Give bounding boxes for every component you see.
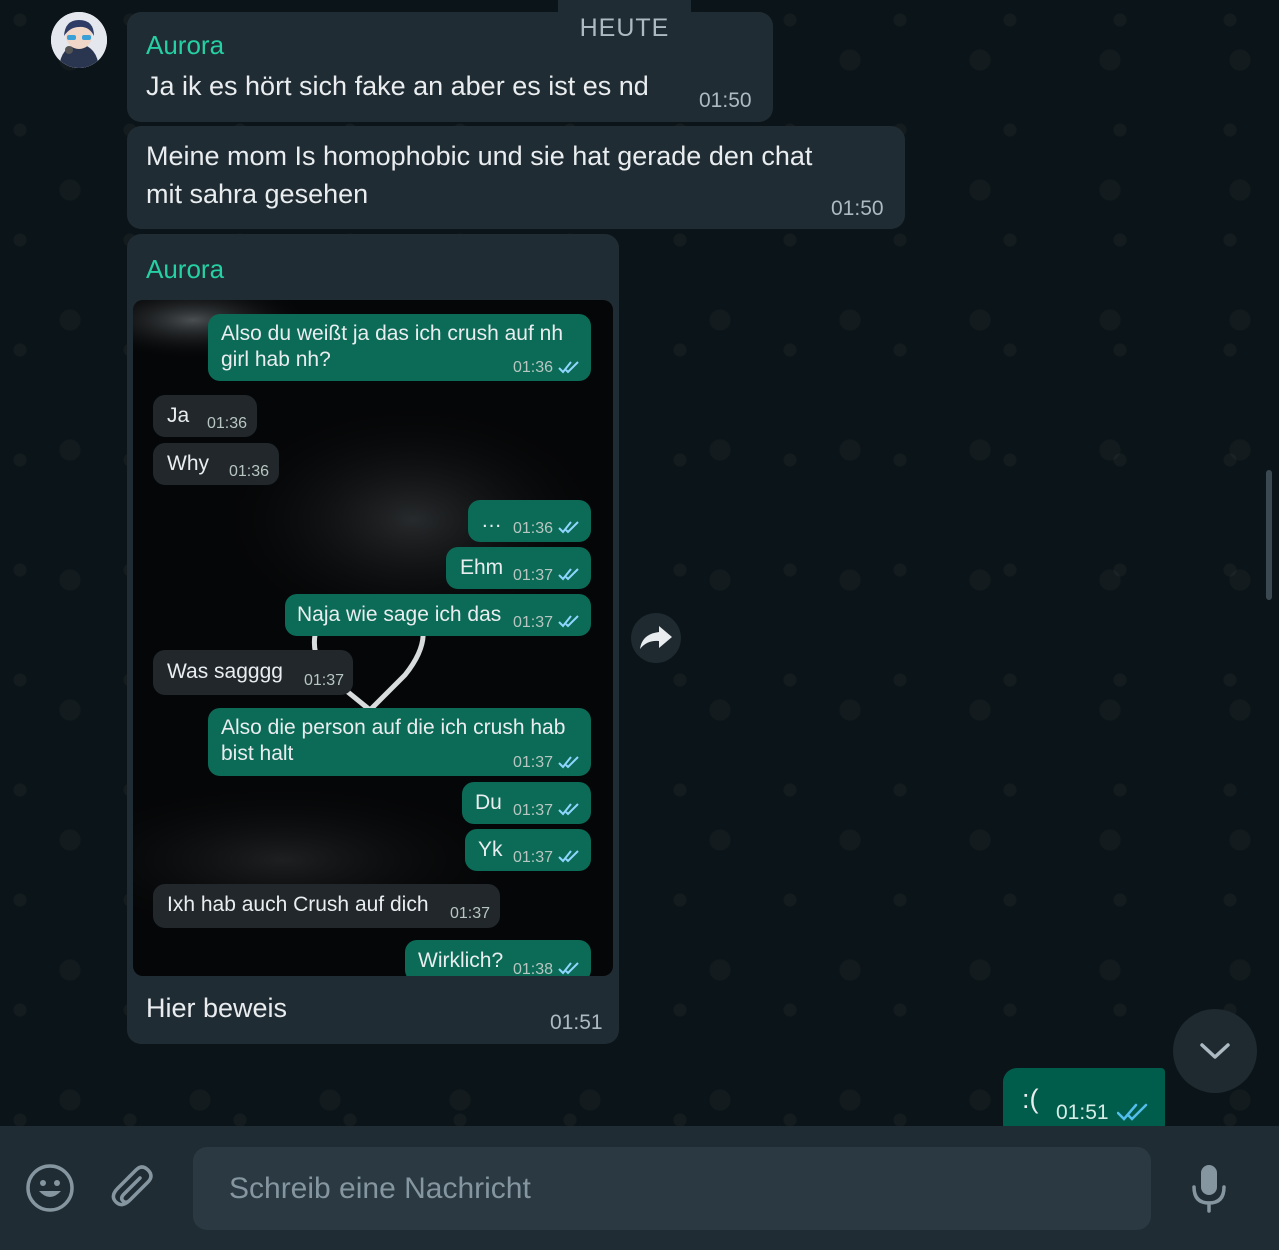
message-input[interactable]: Schreib eine Nachricht (193, 1147, 1151, 1230)
screenshot-time: 01:37 (304, 672, 345, 689)
attach-icon (111, 1165, 153, 1207)
emoji-icon (26, 1164, 74, 1212)
message-text: Ja ik es hört sich fake an aber es ist e… (146, 71, 649, 101)
screenshot-bubble: Also du weißt ja das ich crush auf nh gi… (208, 314, 591, 381)
screenshot-text: Also du weißt ja das ich crush auf nh (221, 322, 564, 345)
screenshot-bubble: Yk 01:37 (465, 829, 591, 871)
voice-message-button[interactable] (1184, 1160, 1234, 1216)
sender-name: Aurora (146, 30, 225, 60)
screenshot-bubble: Ehm 01:37 (446, 547, 591, 589)
outgoing-message-bubble[interactable]: :( 01:51 (1003, 1068, 1165, 1126)
chat-area: Aurora Ja ik es hört sich fake an aber e… (0, 0, 1279, 1126)
screenshot-time: 01:37 (513, 614, 554, 631)
screenshot-text: … (481, 509, 502, 532)
read-ticks-icon (558, 521, 579, 534)
screenshot-time: 01:36 (229, 463, 270, 480)
screenshot-time: 01:36 (513, 520, 554, 537)
message-text-line-1: Meine mom Is homophobic und sie hat gera… (146, 141, 813, 171)
screenshot-text: girl hab nh? (221, 348, 331, 371)
sender-name: Aurora (146, 254, 225, 284)
screenshot-text: Why (167, 452, 209, 475)
screenshot-bubble: Du 01:37 (462, 782, 591, 824)
mic-icon (1192, 1165, 1226, 1213)
screenshot-text: Naja wie sage ich das (297, 603, 502, 626)
screenshot-text: bist halt (221, 742, 294, 765)
screenshot-text: Ehm (460, 556, 504, 579)
forward-icon (640, 626, 672, 649)
screenshot-text: Also die person auf die ich crush hab (221, 716, 566, 739)
screenshot-bubble: … 01:36 (468, 500, 591, 542)
message-time: 01:51 (550, 1011, 603, 1034)
message-text-line-2: mit sahra gesehen (146, 179, 369, 209)
message-text: :( (1022, 1084, 1039, 1114)
attach-button[interactable] (108, 1162, 160, 1214)
screenshot-bubble: Was sagggg 01:37 (153, 650, 353, 695)
scroll-to-bottom-button[interactable] (1173, 1009, 1257, 1093)
forward-button[interactable] (631, 613, 681, 663)
screenshot-bubble: Also die person auf die ich crush hab bi… (208, 708, 591, 776)
avatar[interactable] (51, 12, 107, 68)
composer-bar: Schreib eine Nachricht (0, 1126, 1279, 1250)
screenshot-time: 01:37 (513, 567, 554, 584)
screenshot-time: 01:36 (207, 415, 248, 432)
read-ticks-icon (558, 962, 579, 975)
shared-screenshot-image[interactable]: Also du weißt ja das ich crush auf nh gi… (133, 300, 613, 976)
scrollbar-thumb[interactable] (1266, 470, 1272, 600)
screenshot-time: 01:37 (513, 802, 554, 819)
read-ticks-icon (558, 756, 579, 769)
message-time: 01:51 (1056, 1101, 1109, 1124)
screenshot-time: 01:36 (513, 359, 554, 376)
message-bubble[interactable]: Meine mom Is homophobic und sie hat gera… (127, 126, 905, 229)
emoji-button[interactable] (24, 1162, 76, 1214)
chevron-down-icon (1200, 1043, 1230, 1059)
screenshot-bubble: Ja 01:36 (153, 395, 257, 437)
screenshot-time: 01:37 (513, 754, 554, 771)
screenshot-text: Du (475, 791, 502, 814)
screenshot-time: 01:37 (450, 905, 491, 922)
read-ticks-icon (558, 803, 579, 816)
screenshot-text: Wirklich? (418, 949, 504, 972)
screenshot-bubble: Why 01:36 (153, 443, 279, 485)
screenshot-text: Was sagggg (167, 660, 283, 683)
date-divider: HEUTE (558, 0, 691, 56)
screenshot-text: Ja (167, 404, 190, 427)
screenshot-text: Ixh hab auch Crush auf dich (167, 893, 429, 916)
screenshot-time: 01:38 (513, 961, 554, 976)
screenshot-time: 01:37 (513, 849, 554, 866)
screenshot-bubble: Wirklich? 01:38 (405, 940, 591, 976)
message-time: 01:50 (699, 89, 752, 112)
read-ticks-icon (1117, 1103, 1148, 1121)
read-ticks-icon (558, 850, 579, 863)
screenshot-bubble: Ixh hab auch Crush auf dich 01:37 (153, 884, 500, 928)
message-time: 01:50 (831, 197, 884, 220)
screenshot-text: Yk (478, 838, 503, 861)
read-ticks-icon (558, 568, 579, 581)
screenshot-bubble: Naja wie sage ich das 01:37 (285, 594, 591, 636)
image-caption: Hier beweis (146, 993, 288, 1023)
read-ticks-icon (558, 615, 579, 628)
read-ticks-icon (558, 361, 579, 374)
